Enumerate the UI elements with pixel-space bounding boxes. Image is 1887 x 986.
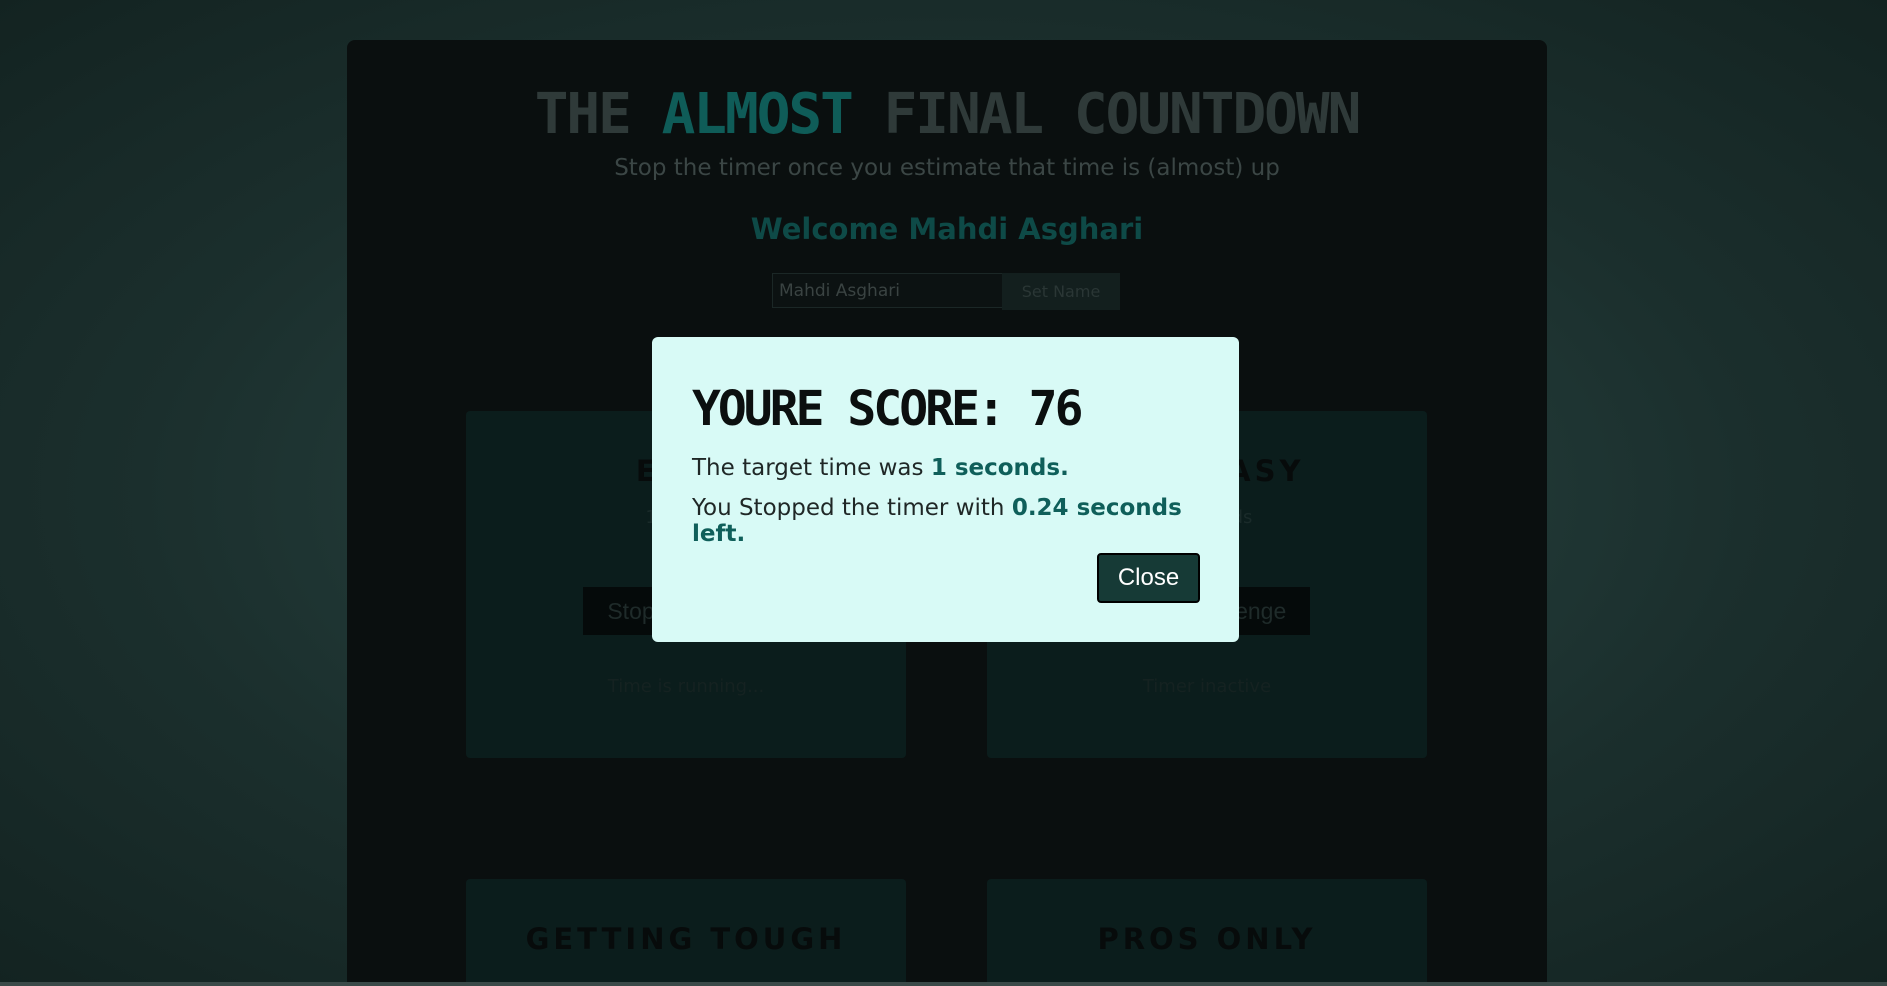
card-title: GETTING TOUGH	[525, 922, 847, 956]
card-status: Timer inactive	[1142, 676, 1272, 697]
app-title-highlight: ALMOST	[661, 82, 854, 147]
card-title: PROS ONLY	[1097, 922, 1317, 956]
app-title-post: FINAL COUNTDOWN	[851, 82, 1362, 147]
time-left-prefix: You Stopped the timer with	[692, 495, 1012, 521]
app-title-pre: THE	[534, 82, 662, 147]
name-input[interactable]	[772, 273, 1002, 308]
time-left-line: You Stopped the timer with 0.24 seconds …	[692, 495, 1239, 547]
horizontal-scrollbar[interactable]	[0, 982, 1887, 986]
app-title: THE ALMOST FINAL COUNTDOWN	[347, 87, 1547, 143]
welcome-heading: Welcome Mahdi Asghari	[750, 212, 1144, 246]
app-subtitle: Stop the timer once you estimate that ti…	[614, 155, 1280, 181]
challenge-card-pros-only: PROS ONLY	[987, 879, 1427, 986]
target-time-value: 1 seconds.	[930, 455, 1069, 481]
target-time-line: The target time was 1 seconds.	[692, 455, 1069, 481]
result-modal: YOURE SCORE: 76 The target time was 1 se…	[652, 337, 1239, 642]
close-button[interactable]: Close	[1097, 553, 1200, 603]
challenge-card-getting-tough: GETTING TOUGH	[466, 879, 906, 986]
set-name-button[interactable]: Set Name	[1002, 273, 1120, 310]
target-time-prefix: The target time was	[692, 455, 931, 481]
modal-title: YOURE SCORE: 76	[692, 381, 1083, 437]
card-status: Time is running...	[607, 676, 765, 697]
name-form: Set Name	[772, 273, 1120, 310]
